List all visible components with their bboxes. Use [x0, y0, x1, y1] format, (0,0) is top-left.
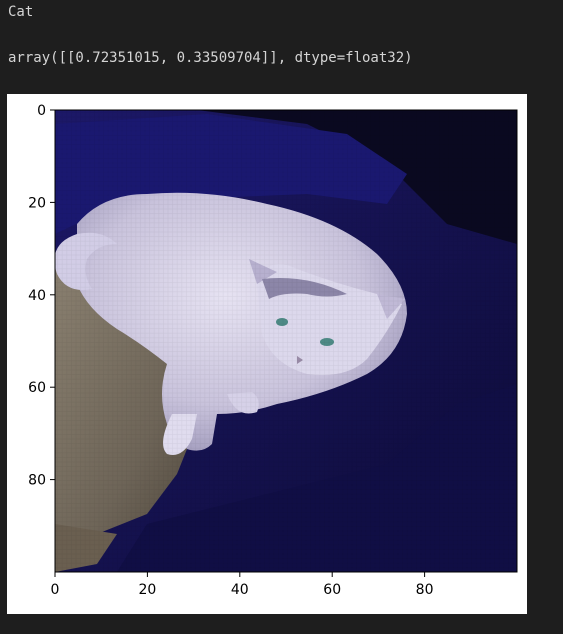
image-plot-svg: 0 20 40 60 80 0 20 40 60 80	[28, 103, 518, 598]
x-tick-label: 20	[138, 582, 156, 598]
x-tick-label: 80	[416, 582, 434, 598]
x-axis: 0 20 40 60 80	[51, 572, 434, 598]
notebook-cell-output: Cat array([[0.72351015, 0.33509704]], dt…	[0, 0, 563, 634]
cat-photo-image	[55, 110, 517, 572]
x-tick-label: 0	[51, 582, 60, 598]
image-plot-figure: 0 20 40 60 80 0 20 40 60 80	[7, 94, 527, 614]
y-tick-label: 0	[37, 103, 46, 119]
array-result-text: array([[0.72351015, 0.33509704]], dtype=…	[8, 50, 413, 66]
y-axis: 0 20 40 60 80	[28, 103, 55, 489]
x-tick-label: 60	[323, 582, 341, 598]
print-output-text: Cat	[8, 4, 34, 20]
y-tick-label: 80	[28, 473, 46, 489]
y-tick-label: 60	[28, 380, 46, 396]
x-tick-label: 40	[231, 582, 249, 598]
y-tick-label: 20	[28, 195, 46, 211]
y-tick-label: 40	[28, 288, 46, 304]
